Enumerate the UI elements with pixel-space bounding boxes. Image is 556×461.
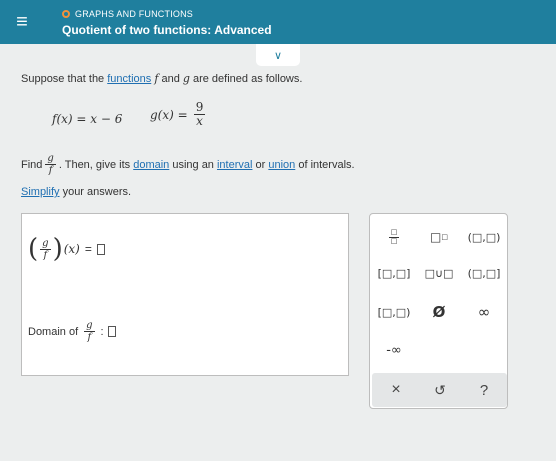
lesson-title: Quotient of two functions: Advanced <box>62 23 272 37</box>
domain-row: Domain of g f : <box>28 320 116 343</box>
keypad-actions: × ↺ ? <box>372 373 507 407</box>
quotient-frac-num: g <box>40 237 51 250</box>
closed-interval-key[interactable]: [□,□] <box>373 262 415 284</box>
topic-label: GRAPHS AND FUNCTIONS <box>75 9 194 19</box>
topic-row: GRAPHS AND FUNCTIONS <box>62 9 193 19</box>
simplify-post: your answers. <box>59 186 132 198</box>
menu-icon[interactable]: ≡ <box>0 0 44 44</box>
closed-open-interval-key[interactable]: [□,□) <box>373 301 415 323</box>
find-label: Find <box>21 158 43 171</box>
undo-icon[interactable]: ↺ <box>422 380 458 400</box>
g-denominator: x <box>196 114 203 129</box>
simplify-instruction: Simplify your answers. <box>21 186 131 198</box>
quotient-paren-open: ( <box>28 234 39 264</box>
domain-link[interactable]: domain <box>133 159 169 171</box>
help-icon[interactable]: ? <box>466 380 502 400</box>
quotient-equals: = <box>84 242 92 256</box>
progress-ring-icon <box>62 10 70 18</box>
union-key[interactable]: □∪□ <box>418 262 460 284</box>
domain-colon: : <box>100 325 104 338</box>
intro-text: Suppose that the <box>21 73 108 85</box>
domain-answer-input[interactable] <box>107 326 116 337</box>
domain-fraction: g f <box>84 320 95 343</box>
quotient-frac-den: f <box>43 249 48 261</box>
intro-g: g <box>182 72 190 85</box>
domain-frac-den: f <box>87 332 92 343</box>
answer-area: ( g f ) (x) = Domain of g f : <box>21 213 349 376</box>
g-numerator: 9 <box>193 100 206 116</box>
simplify-link[interactable]: Simplify <box>21 186 60 198</box>
intro-post: are defined as follows. <box>189 73 303 85</box>
open-closed-interval-key[interactable]: (□,□] <box>463 262 505 284</box>
domain-label: Domain of <box>28 325 79 338</box>
clear-icon[interactable]: × <box>378 380 414 400</box>
g-lhs: g(x) = <box>150 107 188 122</box>
open-interval-key[interactable]: (□,□) <box>463 226 505 248</box>
g-fraction: 9 x <box>193 100 206 129</box>
negative-infinity-key[interactable]: -∞ <box>373 339 415 361</box>
infinity-key[interactable]: ∞ <box>463 301 505 323</box>
find-fraction: g f <box>45 153 56 176</box>
empty-set-key[interactable]: Ø <box>418 301 460 323</box>
header-bar: ≡ GRAPHS AND FUNCTIONS Quotient of two f… <box>0 0 556 44</box>
find-frac-num: g <box>45 153 56 165</box>
union-link[interactable]: union <box>268 159 295 171</box>
quotient-row: ( g f ) (x) = <box>28 236 105 262</box>
quotient-answer-input[interactable] <box>96 243 105 255</box>
quotient-fraction: g f <box>40 237 51 261</box>
problem-intro: Suppose that the functions f and g are d… <box>21 72 302 85</box>
interval-link[interactable]: interval <box>217 159 252 171</box>
find-post: of intervals. <box>295 158 355 171</box>
find-frac-den: f <box>48 165 53 176</box>
quotient-paren-close: ) <box>52 234 63 264</box>
f-definition: f(x) = x − 6 <box>52 112 123 126</box>
quotient-arg: (x) <box>63 242 80 256</box>
fraction-key-icon: □ □ <box>388 227 400 245</box>
functions-link[interactable]: functions <box>107 73 151 85</box>
find-mid: . Then, give its <box>58 158 134 171</box>
find-using: using an <box>169 158 217 171</box>
domain-frac-num: g <box>84 320 95 332</box>
find-or: or <box>252 158 269 171</box>
intro-and: and <box>158 73 183 85</box>
collapse-chevron-icon[interactable]: ∨ <box>256 44 300 66</box>
math-keypad: □ □ □ □ (□,□) [□,□] □∪□ (□,□] [□,□) Ø ∞ -∞… <box>369 213 508 409</box>
g-definition: g(x) = 9 x <box>150 100 207 129</box>
exponent-key[interactable]: □ □ <box>418 226 460 248</box>
fraction-key[interactable]: □ □ <box>373 226 415 248</box>
find-instruction: Find g f . Then, give its domain using a… <box>21 153 355 176</box>
